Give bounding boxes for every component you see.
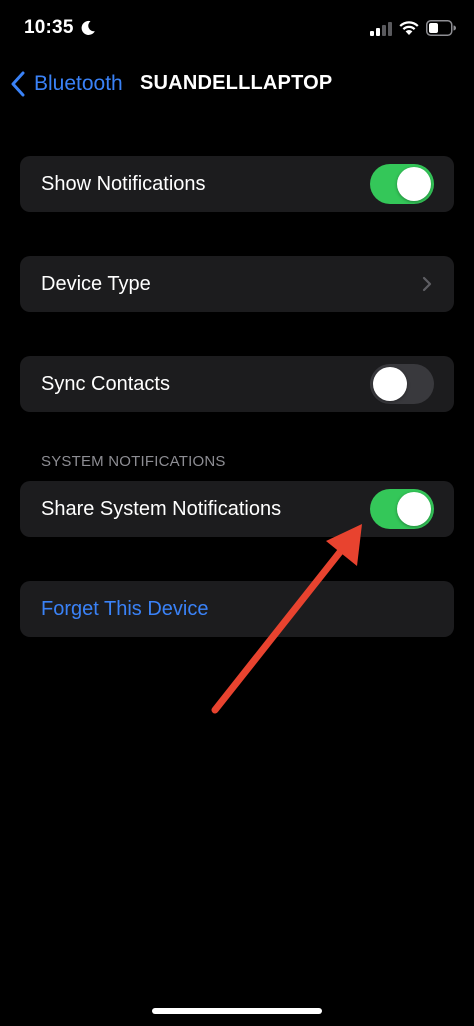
system-notifications-section-header: SYSTEM NOTIFICATIONS [41, 453, 226, 470]
sync-contacts-row: Sync Contacts [20, 356, 454, 412]
toggle-knob [397, 492, 431, 526]
show-notifications-toggle[interactable] [370, 164, 434, 204]
show-notifications-label: Show Notifications [41, 172, 206, 195]
wifi-icon [399, 21, 419, 35]
cellular-signal-icon [370, 22, 392, 36]
share-system-notifications-toggle[interactable] [370, 489, 434, 529]
back-button[interactable]: Bluetooth [10, 68, 123, 100]
page-title: SUANDELLLAPTOP [140, 72, 333, 94]
forget-device-button[interactable]: Forget This Device [41, 598, 434, 621]
device-type-row[interactable]: Device Type [20, 256, 454, 312]
sync-contacts-toggle[interactable] [370, 364, 434, 404]
show-notifications-row: Show Notifications [20, 156, 454, 212]
chevron-left-icon [11, 71, 25, 97]
toggle-knob [373, 367, 407, 401]
status-time: 10:35 [24, 17, 74, 38]
back-button-label: Bluetooth [34, 72, 123, 95]
sync-contacts-label: Sync Contacts [41, 372, 170, 395]
forget-device-row[interactable]: Forget This Device [20, 581, 454, 637]
share-system-notifications-row: Share System Notifications [20, 481, 454, 537]
toggle-knob [397, 167, 431, 201]
chevron-right-icon [422, 276, 432, 292]
battery-icon [426, 20, 456, 36]
home-indicator [152, 1008, 322, 1014]
status-bar: 10:35 [0, 0, 474, 60]
share-system-notifications-label: Share System Notifications [41, 497, 282, 520]
moon-icon [81, 20, 95, 35]
device-type-label: Device Type [41, 272, 151, 295]
